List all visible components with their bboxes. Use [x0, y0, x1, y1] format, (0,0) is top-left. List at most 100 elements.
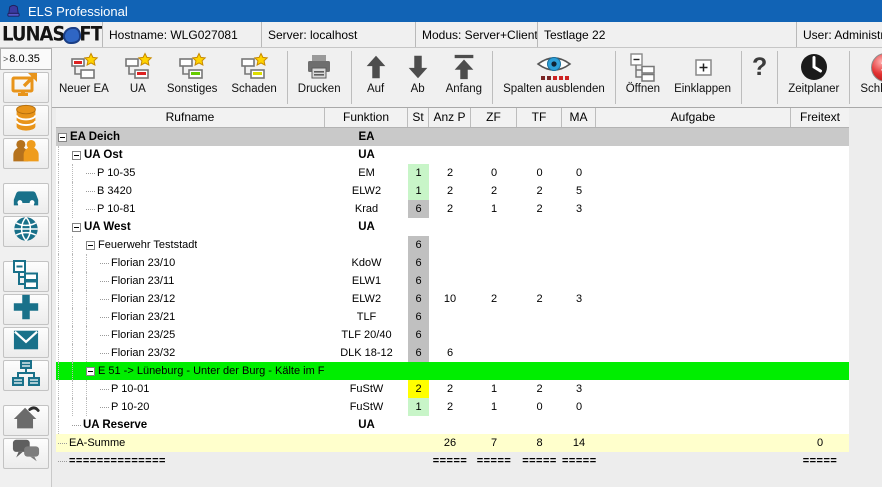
sidebar-button-personal[interactable]	[3, 138, 49, 169]
table-row[interactable]: EA DeichEA	[56, 128, 849, 146]
column-header-aufgabe[interactable]: Aufgabe	[596, 108, 791, 127]
ua-button[interactable]: UA	[116, 48, 160, 107]
ab-button[interactable]: Ab	[397, 48, 439, 107]
toolbar-button-label: Schließen	[860, 83, 882, 95]
close-x-glyph: ✕	[871, 53, 882, 82]
table-row[interactable]: UA WestUA	[56, 218, 849, 236]
column-header-st[interactable]: St	[408, 108, 429, 127]
anfang-button[interactable]: Anfang	[439, 48, 489, 107]
rufname-cell: Feuerwehr Teststadt	[56, 236, 325, 254]
freitext-cell	[791, 308, 849, 326]
ma-cell	[562, 254, 596, 272]
sidebar-button-karte[interactable]	[3, 216, 49, 247]
table-row[interactable]: =======================================	[56, 452, 849, 470]
anzp-cell	[429, 326, 471, 344]
table-row[interactable]: Feuerwehr Teststadt6	[56, 236, 849, 254]
sidebar-button-export[interactable]	[3, 72, 49, 103]
toolbar-buttons: Neuer EA UA Sonstiges Schaden Drucken Au…	[52, 48, 882, 107]
auf-button[interactable]: Auf	[355, 48, 397, 107]
rufname-cell: P 10-81	[56, 200, 325, 218]
neuer-ea-button[interactable]: Neuer EA	[52, 48, 116, 107]
sidebar-button-chat[interactable]	[3, 438, 49, 469]
freitext-cell	[791, 164, 849, 182]
rufname-label: P 10-01	[111, 380, 149, 398]
rufname-cell: Florian 23/21	[56, 308, 325, 326]
ma-cell	[562, 146, 596, 164]
sidebar-button-heim[interactable]	[3, 405, 49, 436]
anzp-cell: 10	[429, 290, 471, 308]
schliessen-button[interactable]: ✕Schließen	[853, 48, 882, 107]
aufgabe-cell	[596, 362, 791, 380]
table-row[interactable]: EA-Summe2678140	[56, 434, 849, 452]
column-header-zf[interactable]: ZF	[471, 108, 517, 127]
rufname-label: E 51 -> Lüneburg - Unter der Burg - Kält…	[98, 362, 325, 380]
zf-cell	[471, 344, 517, 362]
ma-cell	[562, 416, 596, 434]
table-row[interactable]: Florian 23/25TLF 20/406	[56, 326, 849, 344]
schaden-button[interactable]: Schaden	[224, 48, 283, 107]
table-row[interactable]: P 10-20FuStW12100	[56, 398, 849, 416]
ma-cell: 14	[562, 434, 596, 452]
column-header-anzp[interactable]: Anz P	[429, 108, 471, 127]
tree-connector-line	[100, 334, 109, 336]
sidebar-button-hinzufuegen[interactable]	[3, 294, 49, 325]
zf-cell: 1	[471, 380, 517, 398]
table-row[interactable]: E 51 -> Lüneburg - Unter der Burg - Kält…	[56, 362, 849, 380]
freitext-cell	[791, 254, 849, 272]
tree-collapse-box-icon[interactable]	[72, 151, 81, 160]
tree-collapse-box-icon[interactable]	[86, 241, 95, 250]
lunasoft-logo: LUNASFT	[0, 22, 103, 47]
version-box[interactable]: > 8.0.35	[0, 48, 52, 70]
table-row[interactable]: P 10-01FuStW22123	[56, 380, 849, 398]
staerke-cell: 6	[408, 290, 429, 308]
logo-text-left: LUNAS	[2, 23, 64, 46]
hostname-cell: Hostname: WLG027081	[103, 22, 262, 47]
toolbar-button-label: Anfang	[446, 83, 482, 95]
table-row[interactable]: UA ReserveUA	[56, 416, 849, 434]
funktion-cell	[325, 362, 408, 380]
aufgabe-cell	[596, 146, 791, 164]
zeitplaner-button[interactable]: Zeitplaner	[781, 48, 846, 107]
sidebar-button-datenbank[interactable]	[3, 105, 49, 136]
table-row[interactable]: Florian 23/21TLF6	[56, 308, 849, 326]
table-row[interactable]: B 3420ELW212225	[56, 182, 849, 200]
column-header-rufname[interactable]: Rufname	[56, 108, 325, 127]
table-row[interactable]: Florian 23/12ELW2610223	[56, 290, 849, 308]
tree-connector-line	[58, 460, 67, 462]
freitext-cell	[791, 272, 849, 290]
tree-collapse-box-icon[interactable]	[86, 367, 95, 376]
drucken-button[interactable]: Drucken	[291, 48, 348, 107]
modus-cell: Modus: Server+Client	[416, 22, 538, 47]
hilfe-button[interactable]: ?	[745, 48, 774, 107]
einklappen-button[interactable]: Einklappen	[667, 48, 738, 107]
tree-collapse-box-icon[interactable]	[58, 133, 67, 142]
oeffnen-button[interactable]: Öffnen	[619, 48, 667, 107]
spalten-ausblenden-button[interactable]: Spalten ausblenden	[496, 48, 612, 107]
zf-cell: 1	[471, 398, 517, 416]
table-row[interactable]: P 10-35EM12000	[56, 164, 849, 182]
sonstiges-button[interactable]: Sonstiges	[160, 48, 225, 107]
table-row[interactable]: Florian 23/32DLK 18-1266	[56, 344, 849, 362]
toolbar-button-label: Schaden	[231, 83, 276, 95]
rufname-cell: EA Deich	[56, 128, 325, 146]
table-row[interactable]: UA OstUA	[56, 146, 849, 164]
rufname-cell: Florian 23/12	[56, 290, 325, 308]
column-header-funktion[interactable]: Funktion	[325, 108, 408, 127]
sidebar-button-organisation[interactable]	[3, 360, 49, 391]
ma-cell	[562, 308, 596, 326]
tree-guide-line	[58, 272, 72, 290]
table-row[interactable]: P 10-81Krad62123	[56, 200, 849, 218]
column-header-freitext[interactable]: Freitext	[791, 108, 849, 127]
table-row[interactable]: Florian 23/11ELW16	[56, 272, 849, 290]
zf-cell	[471, 146, 517, 164]
table-row[interactable]: Florian 23/10KdoW6	[56, 254, 849, 272]
column-header-ma[interactable]: MA	[562, 108, 596, 127]
eye-icon	[532, 51, 576, 83]
sidebar-button-nachrichten[interactable]	[3, 327, 49, 358]
sidebar-button-fahrzeuge[interactable]	[3, 183, 49, 214]
staerke-cell	[408, 128, 429, 146]
sidebar-button-einsatzbaum[interactable]	[3, 261, 49, 292]
column-header-tf[interactable]: TF	[517, 108, 562, 127]
tree-collapse-box-icon[interactable]	[72, 223, 81, 232]
tf-cell	[517, 308, 562, 326]
